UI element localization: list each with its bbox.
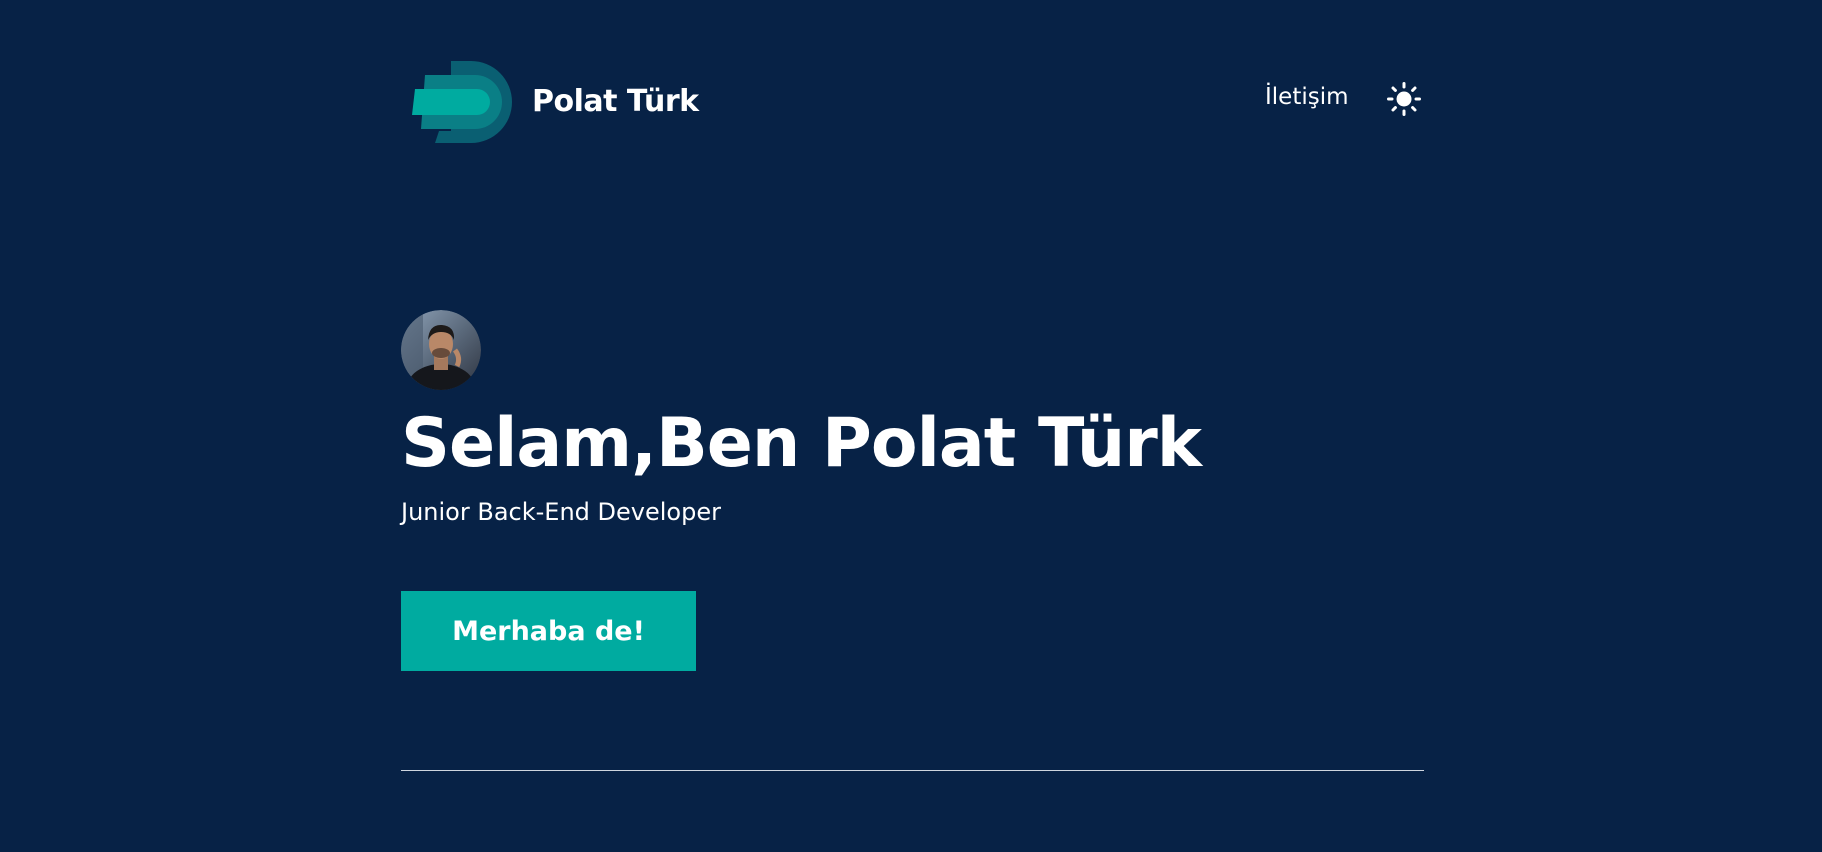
say-hello-button[interactable]: Merhaba de! [401, 591, 696, 671]
hero-title: Selam,Ben Polat Türk [401, 404, 1202, 483]
nav-contact-link[interactable]: İletişim [1265, 84, 1349, 110]
hero-subtitle: Junior Back-End Developer [401, 498, 721, 526]
d-logo-icon [412, 61, 512, 143]
site-header: Polat Türk İletişim [401, 56, 1424, 146]
sun-icon[interactable] [1387, 82, 1421, 116]
avatar [401, 310, 481, 390]
section-divider [401, 770, 1424, 771]
page-container: Polat Türk İletişim Selam,Ben Polat Türk… [401, 0, 1424, 852]
brand-name: Polat Türk [532, 84, 699, 119]
brand-home-link[interactable]: Polat Türk [411, 59, 699, 144]
